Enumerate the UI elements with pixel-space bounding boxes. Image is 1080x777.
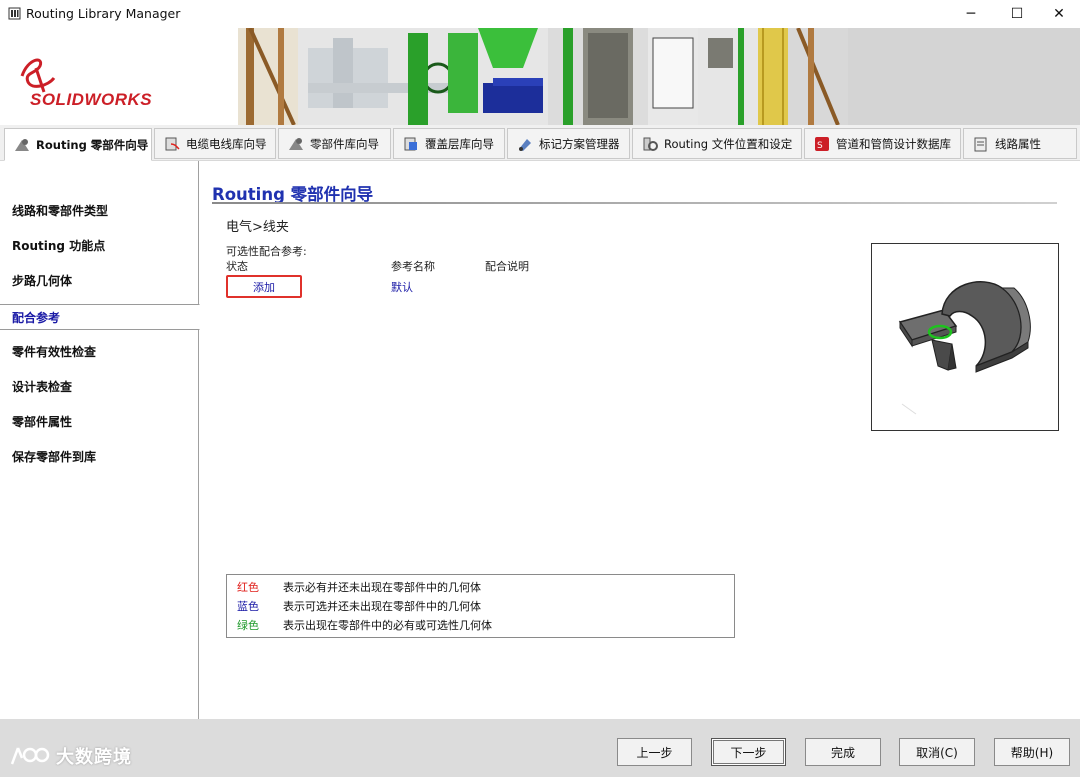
tab-file-locations[interactable]: Routing 文件位置和设定 bbox=[632, 128, 802, 159]
minimize-button[interactable]: ─ bbox=[948, 0, 994, 28]
reference-name-default[interactable]: 默认 bbox=[391, 279, 413, 295]
cable-clip-model-icon bbox=[898, 281, 1031, 415]
svg-text:S: S bbox=[817, 141, 823, 151]
step-routing-geometry[interactable]: 步路几何体 bbox=[0, 268, 199, 292]
step-save-to-library[interactable]: 保存零部件到库 bbox=[0, 444, 199, 468]
file-locations-icon bbox=[643, 137, 658, 151]
cable-library-icon bbox=[165, 137, 180, 150]
cancel-button[interactable]: 取消(C) bbox=[899, 738, 975, 766]
column-header-reference-name: 参考名称 bbox=[391, 260, 435, 273]
step-component-properties[interactable]: 零部件属性 bbox=[0, 409, 199, 433]
help-button[interactable]: 帮助(H) bbox=[994, 738, 1070, 766]
component-preview bbox=[871, 243, 1059, 431]
legend-row-green: 绿色 表示出现在零部件中的必有或可选性几何体 bbox=[237, 619, 492, 632]
window-title: Routing Library Manager bbox=[26, 6, 181, 21]
tab-component-library[interactable]: 零部件库向导 bbox=[278, 128, 391, 159]
close-button[interactable]: ✕ bbox=[1036, 0, 1080, 28]
tab-route-properties[interactable]: 线路属性 bbox=[963, 128, 1077, 159]
app-icon bbox=[8, 7, 21, 20]
maximize-button[interactable]: ☐ bbox=[994, 0, 1040, 28]
legend-row-blue: 蓝色 表示可选并还未出现在零部件中的几何体 bbox=[237, 600, 481, 613]
route-properties-icon bbox=[974, 137, 987, 151]
add-mate-reference-button[interactable]: 添加 bbox=[226, 275, 302, 298]
step-part-validity-check[interactable]: 零件有效性检查 bbox=[0, 339, 199, 363]
wizard-button-bar: 大数跨境 上一步 下一步 完成 取消(C) 帮助(H) bbox=[0, 719, 1080, 777]
legend-row-red: 红色 表示必有并还未出现在零部件中的几何体 bbox=[237, 581, 481, 594]
title-bar: Routing Library Manager ─ ☐ ✕ bbox=[0, 0, 1080, 28]
wizard-steps-sidebar: 线路和零部件类型 Routing 功能点 步路几何体 配合参考 零件有效性检查 … bbox=[0, 161, 200, 719]
step-design-table-check[interactable]: 设计表检查 bbox=[0, 374, 199, 398]
step-mate-references[interactable]: 配合参考 bbox=[0, 304, 200, 330]
tab-covering-library[interactable]: 覆盖层库向导 bbox=[393, 128, 505, 159]
title-divider bbox=[212, 202, 1057, 204]
column-header-mate-description: 配合说明 bbox=[485, 260, 529, 273]
solidworks-logo-text: SOLIDWORKS bbox=[30, 90, 153, 109]
tab-marking-scheme[interactable]: 标记方案管理器 bbox=[507, 128, 630, 159]
previous-button[interactable]: 上一步 bbox=[617, 738, 692, 766]
component-library-icon bbox=[289, 137, 303, 150]
routing-wizard-icon bbox=[15, 138, 29, 151]
tab-routing-wizard[interactable]: Routing 零部件向导 bbox=[4, 128, 152, 161]
main-panel: Routing 零部件向导 电气>线夹 可选性配合参考: 状态 参考名称 配合说… bbox=[200, 161, 1080, 719]
watermark: 大数跨境 bbox=[8, 743, 132, 769]
step-routing-points[interactable]: Routing 功能点 bbox=[0, 233, 199, 257]
step-route-and-component-type[interactable]: 线路和零部件类型 bbox=[0, 198, 199, 222]
watermark-logo-icon bbox=[10, 747, 50, 765]
next-button[interactable]: 下一步 bbox=[711, 738, 786, 766]
industrial-banner-image bbox=[238, 28, 1080, 125]
finish-button[interactable]: 完成 bbox=[805, 738, 881, 766]
piping-database-icon: S bbox=[815, 136, 829, 151]
marking-scheme-icon bbox=[519, 138, 531, 151]
tab-cable-library[interactable]: 电缆电线库向导 bbox=[154, 128, 276, 159]
covering-library-icon bbox=[404, 137, 417, 150]
tab-bar: Routing 零部件向导 电缆电线库向导 零部件库向导 覆盖层库向导 标记方案… bbox=[0, 125, 1080, 161]
breadcrumb: 电气>线夹 bbox=[226, 220, 289, 235]
header-banner: SOLIDWORKS bbox=[0, 28, 1080, 125]
color-legend: 红色 表示必有并还未出现在零部件中的几何体 蓝色 表示可选并还未出现在零部件中的… bbox=[226, 574, 735, 638]
optional-mate-refs-label: 可选性配合参考: bbox=[226, 245, 307, 258]
column-header-status: 状态 bbox=[226, 260, 248, 273]
tab-piping-database[interactable]: S 管道和管筒设计数据库 bbox=[804, 128, 961, 159]
